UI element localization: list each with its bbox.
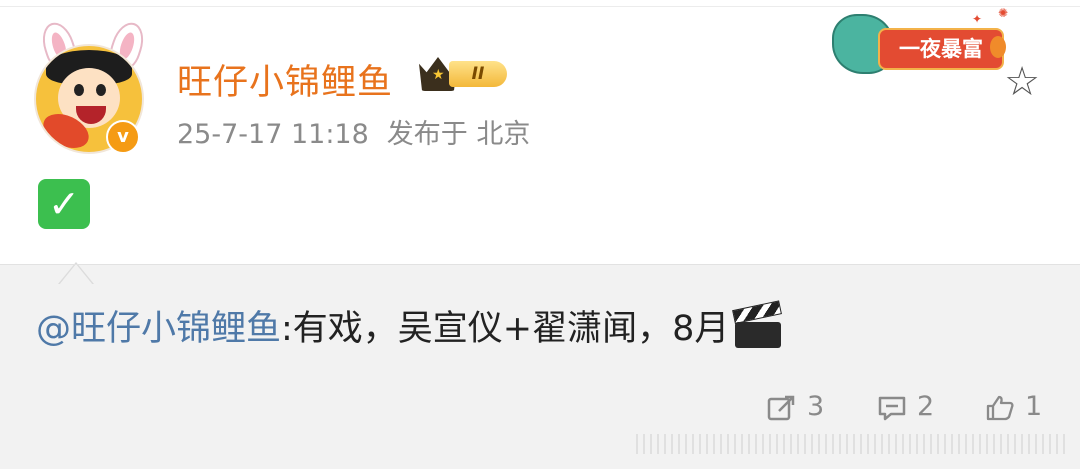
thumbs-up-icon (986, 395, 1014, 420)
lantern-icon (990, 36, 1006, 58)
comment-button[interactable]: 2 (877, 390, 934, 424)
like-button[interactable]: 1 (985, 390, 1042, 424)
post-location: 发布于 北京 (386, 119, 531, 150)
sparkle-icon: ✺ (998, 6, 1009, 20)
decoration-banner[interactable]: 一夜暴富 ✦ ✺ (832, 6, 1010, 74)
comment-icon (878, 396, 906, 420)
mention-link[interactable]: @旺仔小锦鲤鱼 (36, 309, 281, 349)
username[interactable]: 旺仔小锦鲤鱼 (177, 54, 393, 105)
top-divider (0, 6, 1080, 7)
share-icon (767, 395, 795, 420)
post-meta: 25-7-17 11:18 发布于 北京 (177, 112, 548, 151)
crown-star-icon: ★ (432, 67, 445, 83)
quote-pointer (58, 262, 94, 285)
quoted-text: :有戏，吴宣仪+翟潇闻，8月 (281, 309, 730, 349)
scroll-indicator (636, 434, 1066, 454)
check-mark-emoji: ✓ (38, 179, 90, 229)
quote-divider (0, 264, 1080, 265)
avatar[interactable]: v (34, 18, 149, 154)
like-count: 1 (1025, 391, 1043, 422)
sparkle-icon: ✦ (972, 12, 983, 26)
post-timestamp: 25-7-17 11:18 (177, 119, 369, 150)
level-label: II (449, 61, 507, 87)
quoted-post[interactable]: @旺仔小锦鲤鱼:有戏，吴宣仪+翟潇闻，8月 (36, 300, 783, 351)
verified-badge-icon: v (106, 120, 140, 154)
comment-count: 2 (917, 391, 935, 422)
clapperboard-icon (732, 300, 783, 348)
star-outline-icon[interactable]: ☆ (999, 60, 1045, 104)
share-button[interactable]: 3 (767, 390, 824, 424)
membership-level-badge[interactable]: ★ II (419, 57, 511, 91)
banner-label: 一夜暴富 (878, 28, 1004, 70)
share-count: 3 (807, 391, 825, 422)
